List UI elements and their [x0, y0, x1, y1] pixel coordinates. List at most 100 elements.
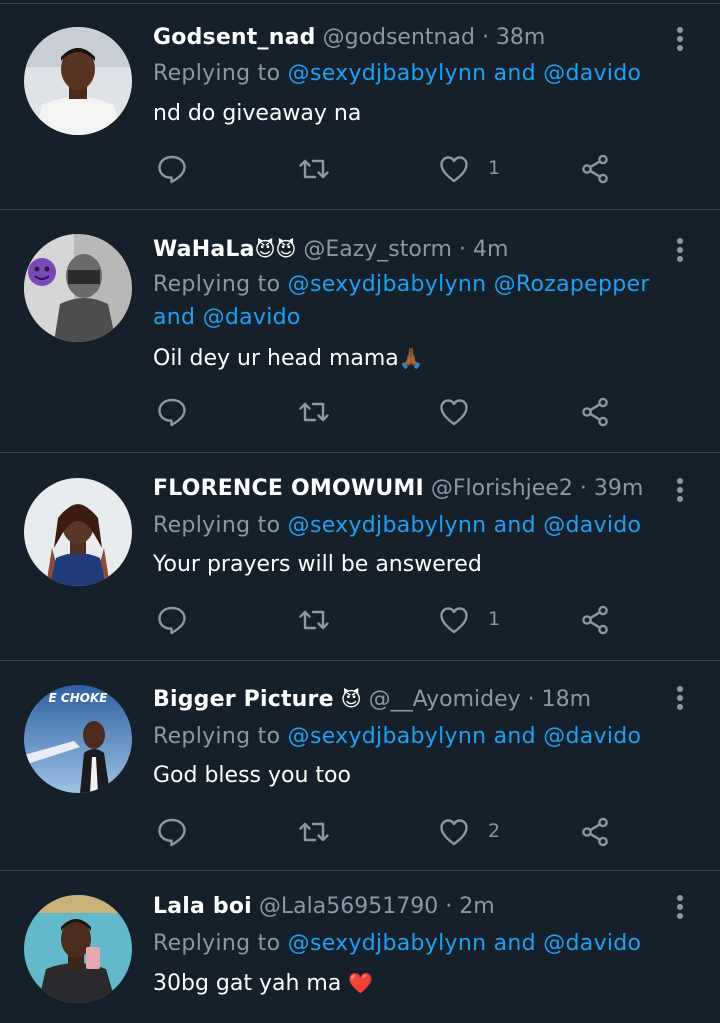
mention-link[interactable]: @sexydjbabylynn — [288, 931, 487, 956]
mention-link[interactable]: @davido — [543, 724, 641, 749]
action-bar — [0, 392, 720, 432]
like-button[interactable]: 2 — [438, 812, 508, 852]
replying-to-label: Replying to — [153, 272, 281, 297]
mention-link[interactable]: @sexydjbabylynn — [288, 61, 487, 86]
separator-dot: · — [445, 894, 453, 919]
tweet-header: WaHaLa😈😈 @Eazy_storm · 4m — [153, 235, 508, 264]
mention-link[interactable]: @sexydjbabylynn — [288, 724, 487, 749]
display-name[interactable]: Bigger Picture — [153, 687, 334, 712]
mention-link[interactable]: @Rozapepper — [494, 272, 650, 297]
user-handle[interactable]: @__Ayomidey — [369, 687, 521, 712]
replying-to: Replying to @sexydjbabylynn and @davido — [153, 720, 683, 753]
replying-to-label: Replying to — [153, 931, 281, 956]
retweet-icon — [298, 153, 330, 185]
mention-joiner[interactable]: and — [153, 305, 195, 330]
avatar-photo: E CHOKE — [24, 685, 132, 793]
share-icon — [579, 396, 611, 428]
timestamp[interactable]: 38m — [496, 25, 545, 50]
avatar-photo — [24, 478, 132, 586]
reply-icon — [156, 816, 188, 848]
mention-joiner[interactable]: and — [494, 931, 536, 956]
mention-link[interactable]: @davido — [543, 931, 641, 956]
mention-link[interactable]: @davido — [203, 305, 301, 330]
share-icon — [579, 816, 611, 848]
tweet-lala-boi[interactable]: Lala boi @Lala56951790 · 2m Replying to … — [0, 871, 720, 1023]
avatar[interactable] — [24, 478, 132, 586]
like-button[interactable] — [438, 392, 508, 432]
action-bar: 2 — [0, 812, 720, 852]
reply-button[interactable] — [156, 392, 192, 432]
tweet-text-content: nd do giveaway na — [153, 101, 362, 126]
text-emoji: 🙏🏾 — [398, 346, 424, 370]
share-button[interactable] — [579, 149, 615, 189]
tweet-text-content: 30bg gat yah ma — [153, 971, 342, 996]
action-bar: 1 — [0, 149, 720, 189]
more-vertical-icon[interactable] — [668, 235, 692, 265]
share-button[interactable] — [579, 600, 615, 640]
replying-to-label: Replying to — [153, 724, 281, 749]
like-count: 1 — [488, 608, 501, 630]
retweet-button[interactable] — [298, 149, 334, 189]
tweet-wahala[interactable]: WaHaLa😈😈 @Eazy_storm · 4m Replying to @s… — [0, 210, 720, 453]
display-name[interactable]: FLORENCE OMOWUMI — [153, 476, 424, 501]
reply-button[interactable] — [156, 812, 192, 852]
mention-link[interactable]: @davido — [543, 513, 641, 538]
tweet-text: nd do giveaway na — [153, 99, 361, 129]
replying-to: Replying to @sexydjbabylynn and @davido — [153, 509, 683, 542]
reply-button[interactable] — [156, 149, 192, 189]
tweet-godsent-nad[interactable]: Godsent_nad @godsentnad · 38m Replying t… — [0, 0, 720, 210]
avatar[interactable] — [24, 895, 132, 1003]
user-handle[interactable]: @Lala56951790 — [259, 894, 438, 919]
mention-joiner[interactable]: and — [494, 724, 536, 749]
separator-dot: · — [579, 476, 587, 501]
replying-to: Replying to @sexydjbabylynn and @davido — [153, 927, 683, 960]
share-button[interactable] — [579, 392, 615, 432]
timestamp[interactable]: 2m — [459, 894, 494, 919]
share-button[interactable] — [579, 812, 615, 852]
user-handle[interactable]: @Florishjee2 — [431, 476, 573, 501]
retweet-button[interactable] — [298, 600, 334, 640]
tweet-florence-omowumi[interactable]: FLORENCE OMOWUMI @Florishjee2 · 39m Repl… — [0, 453, 720, 661]
reply-icon — [156, 604, 188, 636]
retweet-button[interactable] — [298, 812, 334, 852]
mention-link[interactable]: @sexydjbabylynn — [288, 513, 487, 538]
reply-button[interactable] — [156, 600, 192, 640]
display-name[interactable]: WaHaLa — [153, 237, 255, 262]
more-vertical-icon[interactable] — [668, 683, 692, 713]
heart-icon — [438, 604, 470, 636]
avatar[interactable]: E CHOKE — [24, 685, 132, 793]
avatar[interactable] — [24, 234, 132, 342]
timestamp[interactable]: 18m — [542, 687, 591, 712]
avatar[interactable] — [24, 27, 132, 135]
more-vertical-icon[interactable] — [668, 892, 692, 922]
tweet-header: Godsent_nad @godsentnad · 38m — [153, 24, 545, 52]
mention-joiner[interactable]: and — [494, 61, 536, 86]
like-button[interactable]: 1 — [438, 600, 508, 640]
mention-link[interactable]: @sexydjbabylynn — [288, 272, 487, 297]
tweet-bigger-picture[interactable]: E CHOKE Bigger Picture 😈 @__Ayomidey · 1… — [0, 661, 720, 871]
like-button[interactable]: 1 — [438, 149, 508, 189]
text-emoji: ❤️ — [348, 971, 374, 995]
timestamp[interactable]: 39m — [594, 476, 643, 501]
tweet-text: Your prayers will be answered — [153, 550, 482, 580]
timestamp[interactable]: 4m — [473, 237, 508, 262]
avatar-caption: E CHOKE — [49, 691, 109, 705]
avatar-photo — [24, 27, 132, 135]
display-name[interactable]: Lala boi — [153, 894, 252, 919]
more-vertical-icon[interactable] — [668, 475, 692, 505]
heart-icon — [438, 816, 470, 848]
separator-dot: · — [527, 687, 535, 712]
retweet-button[interactable] — [298, 392, 334, 432]
user-handle[interactable]: @godsentnad — [323, 25, 475, 50]
tweet-text-content: God bless you too — [153, 763, 351, 788]
reply-icon — [156, 153, 188, 185]
more-vertical-icon[interactable] — [668, 24, 692, 54]
heart-icon — [438, 396, 470, 428]
mention-joiner[interactable]: and — [494, 513, 536, 538]
name-emoji: 😈 — [340, 687, 362, 711]
mention-link[interactable]: @davido — [543, 61, 641, 86]
display-name[interactable]: Godsent_nad — [153, 25, 316, 50]
replying-to: Replying to @sexydjbabylynn and @davido — [153, 57, 683, 90]
retweet-icon — [298, 816, 330, 848]
user-handle[interactable]: @Eazy_storm — [303, 237, 452, 262]
